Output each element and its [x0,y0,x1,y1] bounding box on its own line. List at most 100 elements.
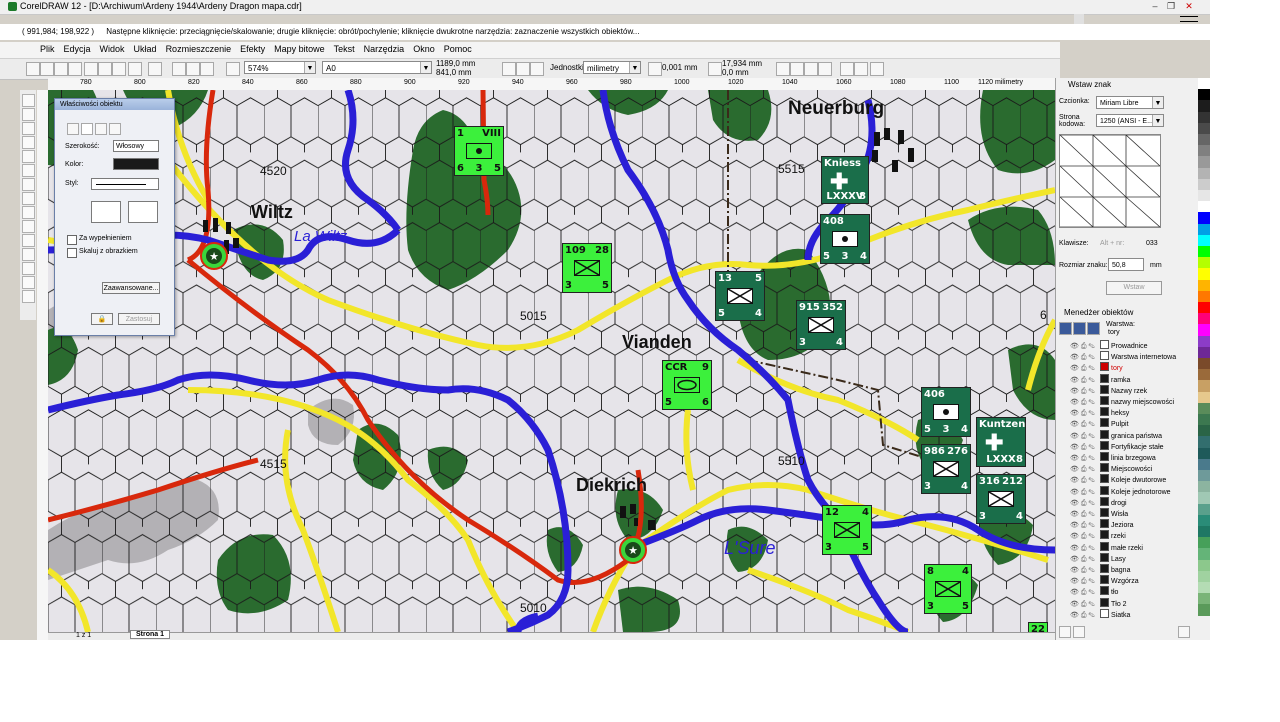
insert-button[interactable]: Wstaw [1106,281,1162,295]
layer-visibility-icon[interactable]: 👁 ⎙ ✎ [1070,465,1100,474]
print-icon[interactable] [68,62,82,76]
layer-visibility-icon[interactable]: 👁 ⎙ ✎ [1070,611,1100,620]
layer-visibility-icon[interactable]: 👁 ⎙ ✎ [1070,387,1100,396]
palette-swatch[interactable] [1198,458,1210,471]
layer-manager-view-icon[interactable] [1087,322,1100,335]
palette-swatch[interactable] [1198,89,1210,102]
restore-button[interactable]: ❐ [1164,1,1178,12]
layer-row[interactable]: 👁 ⎙ ✎ małe rzeki [1070,541,1143,553]
menu-okno[interactable]: Okno [413,42,435,54]
snap-grid-icon[interactable] [790,62,804,76]
launcher-icon[interactable] [200,62,214,76]
layer-visibility-icon[interactable]: 👁 ⎙ ✎ [1070,454,1100,463]
smart-fill-tool-icon[interactable] [22,150,35,163]
lock-icon[interactable]: 🔒 [91,313,113,325]
layer-visibility-icon[interactable]: 👁 ⎙ ✎ [1070,364,1100,373]
layer-visibility-icon[interactable]: 👁 ⎙ ✎ [1070,600,1100,609]
unit-counter[interactable]: Kuntzen LXXX 8 ✚ [976,417,1026,467]
palette-swatch[interactable] [1198,167,1210,180]
layer-visibility-icon[interactable]: 👁 ⎙ ✎ [1070,398,1100,407]
layer-visibility-icon[interactable]: 👁 ⎙ ✎ [1070,409,1100,418]
unit-counter[interactable]: 109 28 3 5 [562,243,612,293]
size-input[interactable]: 50,8 [1108,258,1144,271]
interactive-tool-icon[interactable] [22,234,35,247]
palette-swatch[interactable] [1198,582,1210,594]
layer-visibility-icon[interactable]: 👁 ⎙ ✎ [1070,342,1100,351]
page-options-icon[interactable] [530,62,544,76]
palette-swatch[interactable] [1198,548,1210,561]
layer-row[interactable]: 👁 ⎙ ✎ Jeziora [1070,519,1134,530]
menu-widok[interactable]: Widok [100,42,125,54]
advanced-button[interactable]: Zaawansowane... [102,282,160,294]
menu-uklad[interactable]: Układ [134,42,157,54]
freehand-tool-icon[interactable] [22,136,35,149]
layer-visibility-icon[interactable]: 👁 ⎙ ✎ [1070,353,1100,362]
layer-visibility-icon[interactable]: 👁 ⎙ ✎ [1070,476,1100,485]
rectangle-tool-icon[interactable] [22,164,35,177]
show-properties-icon[interactable] [1059,322,1072,335]
palette-swatch[interactable] [1198,503,1210,516]
layer-visibility-icon[interactable]: 👁 ⎙ ✎ [1070,510,1100,519]
menu-edycja[interactable]: Edycja [64,42,91,54]
outline-tab-icon[interactable] [81,123,93,135]
detail-tab-icon[interactable] [109,123,121,135]
palette-swatch[interactable] [1198,492,1210,505]
map-drawing[interactable]: ★ ★ [48,90,1055,632]
layer-row[interactable]: 👁 ⎙ ✎ linia brzegowa [1070,452,1156,463]
layer-row[interactable]: 👁 ⎙ ✎ tło [1070,586,1118,597]
export-icon[interactable] [186,62,200,76]
palette-swatch[interactable] [1198,78,1210,90]
layer-row[interactable]: 👁 ⎙ ✎ Warstwa internetowa [1070,351,1176,362]
palette-swatch[interactable] [1198,447,1210,460]
palette-swatch[interactable] [1198,100,1210,113]
import-icon[interactable] [172,62,186,76]
menu-plik[interactable]: Plik [40,42,55,54]
palette-swatch[interactable] [1198,481,1210,494]
palette-swatch[interactable] [1198,279,1210,292]
layer-row[interactable]: 👁 ⎙ ✎ heksy [1070,407,1129,418]
drawing-canvas[interactable]: ★ ★ Neuerburg Wiltz Vianden Diekrich La … [48,90,1055,632]
start-arrow-select[interactable] [91,201,121,223]
character-grid[interactable] [1059,134,1161,228]
palette-swatch[interactable] [1198,514,1210,527]
layer-row[interactable]: 👁 ⎙ ✎ Fortyfikacje stałe [1070,440,1164,452]
outline-color-picker[interactable] [113,158,159,170]
palette-swatch[interactable] [1198,526,1210,538]
palette-swatch[interactable] [1198,268,1210,281]
palette-swatch[interactable] [1198,302,1210,314]
general-tab-icon[interactable] [95,123,107,135]
layer-row[interactable]: 👁 ⎙ ✎ Koleje jednotorowe [1070,485,1171,497]
options-icon[interactable] [854,62,868,76]
portrait-icon[interactable] [502,62,516,76]
zoom-level-select[interactable]: 574% ▼ [244,61,316,74]
palette-swatch[interactable] [1198,190,1210,202]
layer-row[interactable]: 👁 ⎙ ✎ nazwy miejscowości [1070,396,1174,407]
page-tab[interactable]: Strona 1 [130,630,171,639]
layer-row[interactable]: 👁 ⎙ ✎ Pulpit [1070,418,1129,429]
palette-swatch[interactable] [1198,178,1210,191]
layer-row[interactable]: 👁 ⎙ ✎ Prowadnice [1070,340,1148,351]
palette-swatch[interactable] [1198,145,1210,158]
layer-visibility-icon[interactable]: 👁 ⎙ ✎ [1070,488,1100,497]
snap-objects-icon[interactable] [818,62,832,76]
layer-visibility-icon[interactable]: 👁 ⎙ ✎ [1070,566,1100,575]
snap-guides-icon[interactable] [804,62,818,76]
layer-row[interactable]: 👁 ⎙ ✎ tory [1070,362,1123,373]
new-master-layer-icon[interactable] [1073,626,1085,638]
font-select[interactable]: Miriam Libre ▼ [1096,96,1164,109]
palette-swatch[interactable] [1198,111,1210,124]
layer-row[interactable]: 👁 ⎙ ✎ ramka [1070,373,1130,385]
nudge-distance[interactable]: 0,001 mm [662,63,698,72]
scale-with-image-checkbox[interactable] [67,248,77,258]
palette-swatch[interactable] [1198,246,1210,258]
corel-online-icon[interactable] [226,62,240,76]
layer-row[interactable]: 👁 ⎙ ✎ Miejscowości [1070,463,1152,474]
palette-swatch[interactable] [1198,380,1210,393]
palette-swatch[interactable] [1198,324,1210,337]
layer-visibility-icon[interactable]: 👁 ⎙ ✎ [1070,499,1100,508]
page-width-value[interactable]: 1189,0 mm [436,59,475,68]
text-tool-icon[interactable] [22,220,35,233]
layer-row[interactable]: 👁 ⎙ ✎ bagna [1070,564,1130,575]
layer-row[interactable]: 👁 ⎙ ✎ Lasy [1070,552,1126,564]
alt-value[interactable]: 033 [1146,240,1158,247]
